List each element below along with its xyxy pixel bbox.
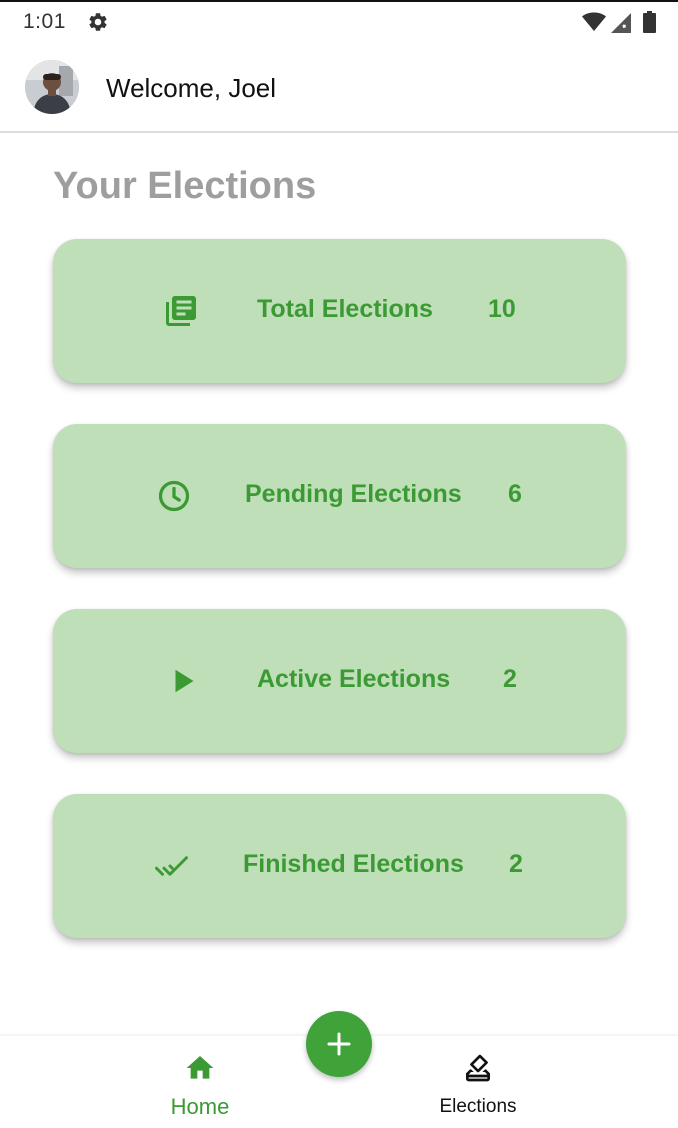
plus-icon (327, 1032, 351, 1056)
avatar[interactable] (25, 60, 79, 114)
nav-item-home[interactable]: Home (100, 1036, 300, 1128)
home-icon (186, 1056, 214, 1079)
status-bar: 1:01 (0, 2, 678, 42)
welcome-text: Welcome, Joel (106, 73, 277, 103)
total-elections-card[interactable]: Total Elections 10 (53, 239, 626, 383)
page-title: Your Elections (53, 165, 317, 207)
clock-icon (158, 480, 190, 512)
finished-elections-card[interactable]: Finished Elections 2 (53, 794, 626, 938)
pending-elections-card[interactable]: Pending Elections 6 (53, 424, 626, 568)
double-check-icon (155, 856, 188, 876)
card-count: 6 (508, 480, 522, 508)
card-label: Active Elections (257, 665, 451, 693)
battery-icon (643, 11, 656, 33)
card-label: Total Elections (257, 295, 433, 323)
nav-item-elections[interactable]: Elections (378, 1036, 578, 1128)
nav-label-home: Home (170, 1094, 230, 1119)
settings-gear-icon (89, 13, 107, 31)
library-books-icon (166, 296, 196, 326)
active-elections-card[interactable]: Active Elections 2 (53, 609, 626, 753)
card-count: 10 (488, 295, 516, 323)
play-icon (175, 669, 194, 693)
app-screen: 1:01 Welcome, Joel Your Elections Total … (0, 0, 678, 1128)
wifi-icon (582, 12, 606, 31)
card-label: Pending Elections (245, 480, 462, 508)
add-election-button[interactable] (306, 1011, 372, 1077)
app-bar: Welcome, Joel (0, 44, 678, 133)
ballot-box-icon (466, 1054, 490, 1082)
card-label: Finished Elections (243, 850, 464, 878)
avatar-photo (25, 60, 79, 114)
status-time: 1:01 (23, 10, 66, 33)
nav-label-elections: Elections (439, 1096, 517, 1117)
card-count: 2 (509, 850, 523, 878)
card-count: 2 (503, 665, 517, 693)
signal-icon (611, 13, 631, 33)
